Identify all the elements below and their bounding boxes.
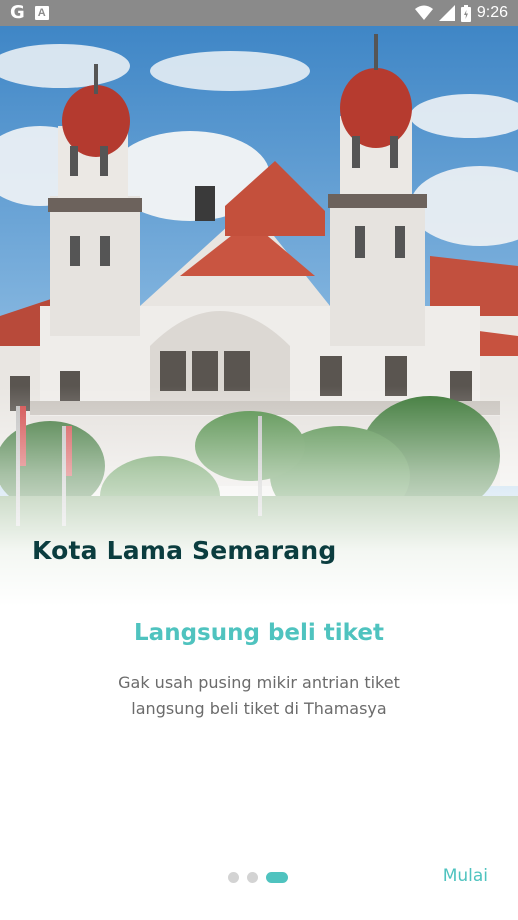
status-left-icons: G A — [10, 3, 49, 23]
status-time: 9:26 — [476, 4, 508, 21]
battery-icon — [460, 4, 471, 22]
a-notification-icon: A — [34, 6, 49, 20]
page-indicator — [228, 872, 288, 883]
slide-description: Gak usah pusing mikir antrian tiket lang… — [118, 673, 400, 718]
hero-gradient-overlay — [0, 386, 518, 606]
start-button[interactable]: Mulai — [443, 866, 488, 886]
hero-banner: Kota Lama Semarang — [0, 26, 518, 606]
wifi-icon — [414, 5, 433, 20]
page-indicator-dot[interactable] — [247, 872, 258, 883]
hero-title: Kota Lama Semarang — [32, 536, 337, 565]
status-right-icons: 9:26 — [414, 3, 508, 23]
status-bar: G A 9:26 — [0, 0, 518, 26]
google-icon: G — [10, 2, 25, 23]
onboarding-screen: G A 9:26 Kota Lama Semarang Langsung bel… — [0, 0, 518, 920]
slide-title: Langsung beli tiket — [134, 620, 384, 646]
page-indicator-dot-active[interactable] — [266, 872, 288, 883]
signal-icon — [438, 5, 455, 21]
page-indicator-dot[interactable] — [228, 872, 239, 883]
